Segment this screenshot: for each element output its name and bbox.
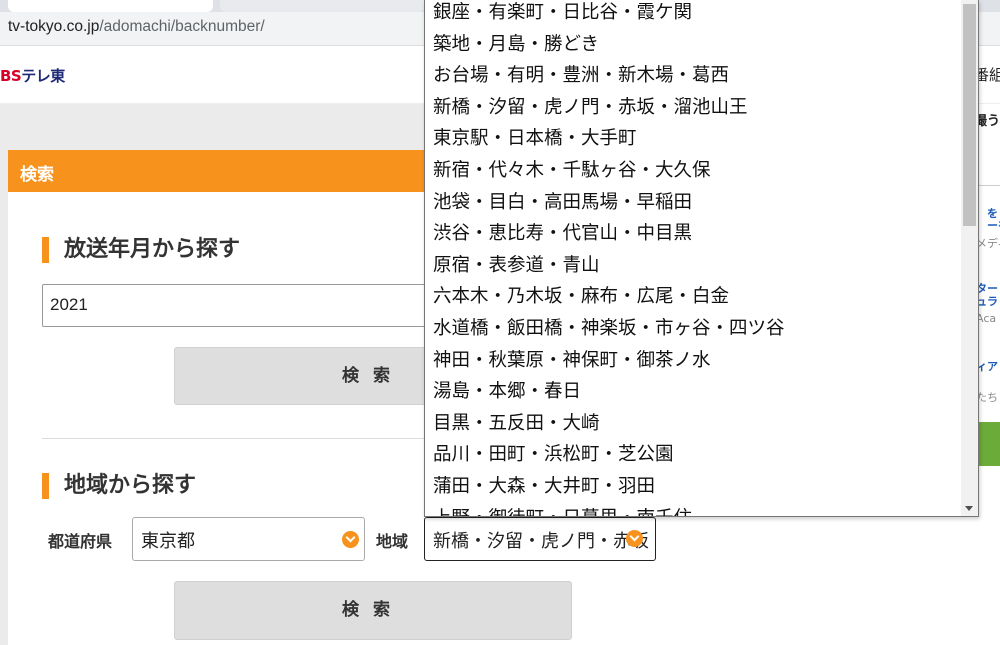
dropdown-option[interactable]: 東京駅・日本橋・大手町 [425,123,963,155]
prefecture-select[interactable]: 東京都 [132,517,365,561]
dropdown-option[interactable]: お台場・有明・豊洲・新木場・葛西 [425,60,963,92]
sidebar-fragment: Aca [976,312,997,325]
chevron-down-icon [626,530,643,547]
sidebar-link-fragment[interactable]: ュラ [976,293,998,309]
prefecture-value: 東京都 [141,531,195,552]
dropdown-option[interactable]: 水道橋・飯田橋・神楽坂・市ヶ谷・四ツ谷 [425,313,963,345]
dropdown-option[interactable]: 銀座・有楽町・日比谷・霞ケ関 [425,0,963,29]
url-text[interactable]: tv-tokyo.co.jp/adomachi/backnumber/ [8,17,265,37]
scrollbar-thumb[interactable] [963,4,976,226]
dropdown-option[interactable]: 目黒・五反田・大崎 [425,408,963,440]
year-section-title: 放送年月から探す [42,236,240,264]
dropdown-option[interactable]: 品川・田町・浜松町・芝公園 [425,439,963,471]
bs-tvtokyo-logo[interactable]: BSテレ東 [0,65,65,86]
dropdown-option[interactable]: 新橋・汐留・虎ノ門・赤坂・溜池山王 [425,92,963,124]
dropdown-option[interactable]: 神田・秋葉原・神保町・御茶ノ水 [425,345,963,377]
sidebar-fragment: たち [976,391,998,404]
dropdown-option[interactable]: 蒲田・大森・大井町・羽田 [425,471,963,503]
dropdown-option[interactable]: 池袋・目白・高田馬場・早稲田 [425,187,963,219]
sidebar-fragment: メディ [976,237,1000,250]
browser-tab-active[interactable] [8,0,213,12]
dropdown-option[interactable]: 築地・月島・勝どき [425,29,963,61]
dropdown-options: 銀座・有楽町・日比谷・霞ケ関 築地・月島・勝どき お台場・有明・豊洲・新木場・葛西新… [425,0,963,517]
chevron-down-icon [342,531,359,548]
year-select[interactable]: 2021 [42,284,442,327]
logo-tv: テレ東 [21,67,65,85]
dropdown-option[interactable]: 六本木・乃木坂・麻布・広尾・白金 [425,281,963,313]
dropdown-option[interactable]: 湯島・本郷・春日 [425,376,963,408]
dropdown-option[interactable]: 渋谷・恵比寿・代官山・中目黒 [425,218,963,250]
dropdown-option[interactable]: 新宿・代々木・千駄ヶ谷・大久保 [425,155,963,187]
search-panel-title: 検索 [20,165,54,185]
sidebar-link-fragment[interactable]: ィア [976,358,998,374]
scroll-down-arrow-icon[interactable] [965,506,973,511]
dropdown-option[interactable]: 上野・御徒町・日暮里・南千住 [425,503,963,517]
region-search-button[interactable]: 検索 [174,581,572,640]
dropdown-option[interactable]: 原宿・表参道・青山 [425,250,963,282]
browser-tab[interactable] [220,0,425,12]
url-path: /adomachi/backnumber/ [99,18,265,35]
section-divider [42,438,442,439]
logo-bs: BS [0,67,22,85]
area-dropdown-list[interactable]: 銀座・有楽町・日比谷・霞ケ関 築地・月島・勝どき お台場・有明・豊洲・新木場・葛西新… [424,0,979,517]
area-value: 新橋・汐留・虎ノ門・赤坂 [433,531,649,552]
region-section-title: 地域から探す [42,472,196,500]
prefecture-label: 都道府県 [48,532,113,551]
area-select[interactable]: 新橋・汐留・虎ノ門・赤坂 [424,517,656,561]
sidebar-link-fragment[interactable]: ーを [987,217,1000,233]
dropdown-scrollbar[interactable] [961,0,978,516]
url-host: tv-tokyo.co.jp [8,18,100,35]
area-label: 地域 [376,532,409,551]
